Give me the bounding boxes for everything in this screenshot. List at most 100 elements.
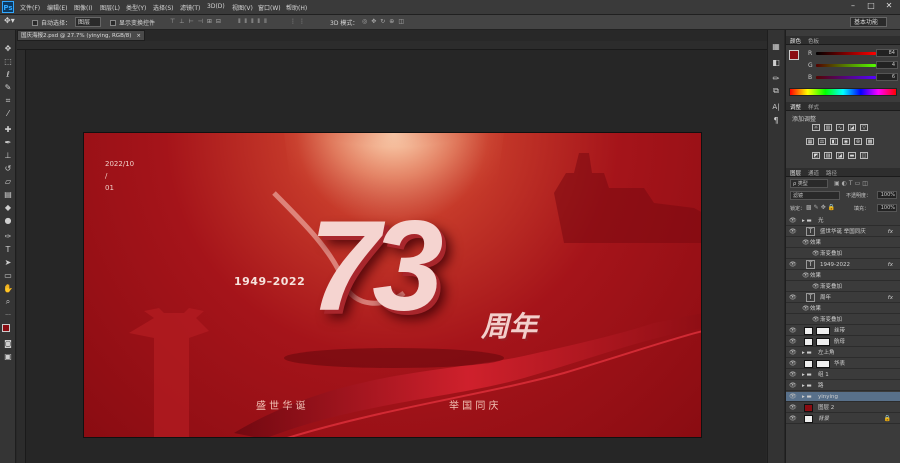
minimize-button[interactable]: – [844,0,862,12]
black-white-icon[interactable]: ◧ [830,138,838,145]
layer-row[interactable]: 👁 渐变叠加 [786,315,900,325]
clone-panel-icon[interactable]: ⧉ [771,86,781,96]
visibility-eye-icon[interactable]: 👁 [789,326,797,336]
menu-help[interactable]: 帮助(H) [286,3,307,12]
screen-mode-icon[interactable]: ▣ [3,352,13,362]
history-brush-icon[interactable]: ↺ [3,164,13,174]
align-icons[interactable]: ⊤⊥⊢⊣⊞⊟ [170,18,225,25]
lasso-tool-icon[interactable]: ℓ [3,70,13,80]
visibility-eye-icon[interactable]: 👁 [789,348,797,358]
move-tool-icon[interactable]: ✥▾ [4,16,15,25]
visibility-eye-icon[interactable]: 👁 [789,216,797,226]
r-value-field[interactable]: 84 [876,49,898,57]
layer-row[interactable]: 👁 效果 [786,304,900,314]
b-value-field[interactable]: 6 [876,73,898,81]
color-balance-icon[interactable]: ⚖ [818,138,826,145]
show-transform-checkbox[interactable] [110,19,116,26]
menu-image[interactable]: 图像(I) [74,3,92,12]
layer-row[interactable]: 👁 渐变叠加 [786,282,900,292]
layer-row[interactable]: 👁 图层 2 [786,403,900,413]
vibrance-icon[interactable]: ▽ [860,124,868,131]
layer-row[interactable]: 👁 航母 [786,337,900,347]
visibility-eye-icon[interactable]: 👁 [789,260,797,270]
color-foreground-swatch[interactable] [789,50,799,60]
eraser-tool-icon[interactable]: ▱ [3,177,13,187]
healing-brush-icon[interactable]: ✚ [3,125,13,135]
color-lookup-icon[interactable]: ▩ [866,138,874,145]
visibility-eye-icon[interactable]: 👁 [789,414,797,424]
g-value-field[interactable]: 4 [876,61,898,69]
eyedropper-icon[interactable]: ⁄ [3,109,13,119]
history-panel-icon[interactable]: ▦ [771,42,781,52]
blur-tool-icon[interactable]: ◆ [3,203,13,213]
layer-row[interactable]: 👁 效果 [786,271,900,281]
distribute-icons[interactable]: ⫴⫴⫴⫴⫴ [238,18,271,26]
menu-layer[interactable]: 图层(L) [100,3,120,12]
crop-tool-icon[interactable]: ⌗ [3,96,13,106]
visibility-eye-icon[interactable]: 👁 [789,359,797,369]
more-tools-icon[interactable]: ··· [3,311,13,321]
visibility-eye-icon[interactable]: 👁 [789,337,797,347]
path-select-icon[interactable]: ➤ [3,258,13,268]
visibility-eye-icon[interactable]: 👁 [789,381,797,391]
gradient-map-icon[interactable]: ▬ [848,152,856,159]
stamp-tool-icon[interactable]: ⊥ [3,151,13,161]
shape-tool-icon[interactable]: ▭ [3,271,13,281]
red-slider[interactable] [816,52,876,55]
effect-eye-icon[interactable]: 👁 [802,271,810,281]
blue-slider[interactable] [816,76,876,79]
folder-icon[interactable]: ▸ ▬ [802,370,812,380]
menu-view[interactable]: 视图(V) [232,3,253,12]
threshold-icon[interactable]: ◪ [836,152,844,159]
3d-tool-icons[interactable]: ◎✥↻⊕◫ [362,18,408,25]
menu-edit[interactable]: 编辑(E) [47,3,67,12]
paragraph-panel-icon[interactable]: ¶ [771,116,781,126]
layer-row[interactable]: 👁 华表 [786,359,900,369]
effect-eye-icon[interactable]: 👁 [812,282,820,292]
layer-filter-icons[interactable]: ▣◐T▭◫ [834,180,870,187]
gradient-tool-icon[interactable]: ▤ [3,190,13,200]
type-tool-icon[interactable]: T [3,245,13,255]
brush-tool-icon[interactable]: ✒ [3,138,13,148]
close-window-button[interactable]: ✕ [880,0,898,12]
selective-color-icon[interactable]: ◫ [860,152,868,159]
channel-mixer-icon[interactable]: ⊛ [854,138,862,145]
menu-select[interactable]: 选择(S) [153,3,174,12]
layer-row[interactable]: 👁 ▸ ▬ yinying [786,392,900,402]
blend-mode-dropdown[interactable]: 滤镜 [790,191,840,200]
layer-row[interactable]: 👁 ▸ ▬ 左上角 [786,348,900,358]
workspace-dropdown[interactable]: 基本功能 [850,17,888,27]
layer-row[interactable]: 👁 ▸ ▬ 光 [786,216,900,226]
folder-icon[interactable]: ▸ ▬ [802,348,812,358]
layer-row[interactable]: 👁 T 盛世华诞 举国同庆 fx [786,227,900,237]
auto-select-dropdown[interactable]: 图层 [75,17,102,27]
layer-effects-icon[interactable]: fx [888,260,893,270]
effect-eye-icon[interactable]: 👁 [802,238,810,248]
zoom-tool-icon[interactable]: ⌕ [3,297,13,307]
opacity-field[interactable]: 100% [877,191,897,199]
dodge-tool-icon[interactable]: ● [3,216,13,226]
tab-styles[interactable]: 样式 [808,103,819,111]
hue-sat-icon[interactable]: ▦ [806,138,814,145]
layer-filter-dropdown[interactable]: ρ 类型 [790,179,828,188]
curves-icon[interactable]: ∿ [836,124,844,131]
properties-panel-icon[interactable]: ◧ [771,58,781,68]
document-tab[interactable]: 国庆海报2.psd @ 27.7% (yinying, RGB/8) × [17,30,145,41]
menu-file[interactable]: 文件(F) [20,3,40,12]
tab-channels[interactable]: 通道 [808,169,819,177]
layer-effects-icon[interactable]: fx [888,293,893,303]
move-tool-icon[interactable]: ✥ [3,44,13,54]
layer-row[interactable]: 👁 丝带 [786,326,900,336]
marquee-tool-icon[interactable]: ⬚ [3,57,13,67]
foreground-color-swatch[interactable] [2,324,10,332]
visibility-eye-icon[interactable]: 👁 [789,227,797,237]
layer-row[interactable]: 👁 效果 [786,238,900,248]
effect-eye-icon[interactable]: 👁 [802,304,810,314]
menu-3d[interactable]: 3D(D) [207,3,225,10]
visibility-eye-icon[interactable]: 👁 [789,403,797,413]
layer-row[interactable]: 👁 背景 🔒 [786,414,900,424]
tab-layers[interactable]: 图层 [790,169,801,177]
folder-icon[interactable]: ▸ ▬ [802,392,812,402]
auto-align-icon[interactable]: ⋮⋮ [290,18,308,25]
color-spectrum-bar[interactable] [789,88,897,96]
